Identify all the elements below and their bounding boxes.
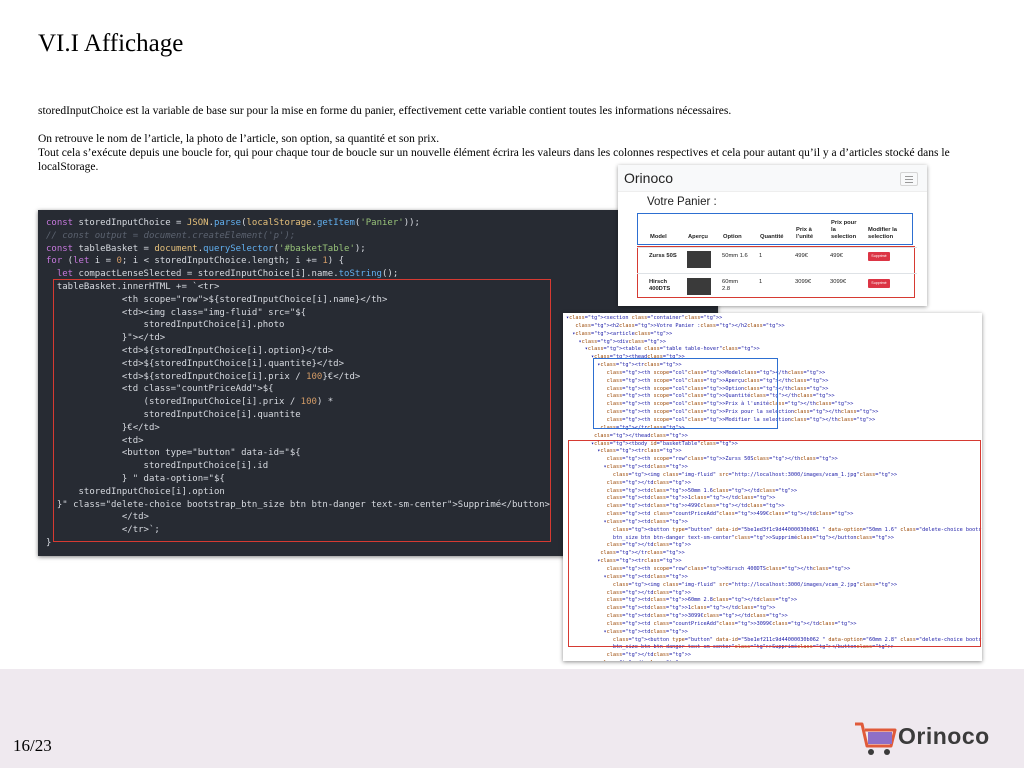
hamburger-menu-icon[interactable]: [900, 172, 918, 186]
row-total: 3099€: [830, 279, 847, 285]
row-prix: 3099€: [795, 279, 812, 285]
row-model: Hirsch 400DTS: [649, 279, 671, 292]
header-prix-selection: Prix pour la selection: [831, 220, 857, 240]
header-apercu: Aperçu: [688, 234, 708, 240]
row-model: Zurss 50S: [649, 253, 677, 259]
basket-screenshot: Orinoco Votre Panier : Model Aperçu Opti…: [618, 165, 927, 306]
dom-line[interactable]: ▾class="tg"><table class="table table-ho…: [566, 346, 982, 354]
row-prix: 499€: [795, 253, 808, 259]
code-highlight-box: [53, 279, 551, 542]
header-model: Model: [650, 234, 667, 240]
dom-line[interactable]: class="tg"><h2class="tg">>Votre Panier :…: [566, 323, 982, 331]
page-number: 16/23: [13, 736, 52, 755]
slide-title: VI.I Affichage: [38, 30, 184, 57]
header-prix-unite: Prix à l’unité: [796, 227, 814, 240]
basket-table-head: Model Aperçu Option Quantité Prix à l’un…: [637, 213, 913, 245]
row-option: 60mm 2.8: [722, 279, 739, 292]
row-quantite: 1: [759, 279, 763, 285]
delete-button[interactable]: Supprimé: [868, 279, 890, 288]
header-quantite: Quantité: [760, 234, 784, 240]
row-total: 499€: [830, 253, 843, 259]
logo-text: Orinoco: [898, 723, 990, 749]
dom-line[interactable]: ▾class="tg"><articleclass="tg">>: [566, 331, 982, 339]
code-line: const storedInputChoice = JSON.parse(loc…: [46, 218, 420, 228]
paragraph-intro-text: storedInputChoice est la variable de bas…: [38, 105, 732, 117]
table-row[interactable]: Zurss 50S 50mm 1.6 1 499€ 499€ Supprimé: [637, 247, 917, 273]
header-option: Option: [723, 234, 742, 240]
code-line: for (let i = 0; i < storedInputChoice.le…: [46, 256, 345, 267]
header-modifier: Modifier la selection: [868, 227, 897, 240]
table-row[interactable]: Hirsch 400DTS 60mm 2.8 1 3099€ 3099€ Sup…: [637, 273, 917, 299]
delete-button[interactable]: Supprimé: [868, 252, 890, 261]
navbar-brand[interactable]: Orinoco: [624, 170, 673, 186]
devtools-dom-screenshot: ▾class="tg"><section class="container"cl…: [563, 313, 982, 661]
dom-line[interactable]: ▾class="tg"><section class="container"cl…: [566, 315, 982, 323]
paragraph-intro: storedInputChoice est la variable de bas…: [38, 104, 983, 118]
code-line: // const output = document.createElement…: [46, 230, 296, 241]
product-thumbnail: [687, 251, 711, 268]
code-line: const tableBasket = document.querySelect…: [46, 243, 366, 254]
dom-thead-highlight-box: [593, 358, 778, 429]
basket-title: Votre Panier :: [647, 196, 717, 208]
dom-line[interactable]: class="tg"></trclass="tg">>: [566, 660, 982, 661]
row-option: 50mm 1.6: [722, 253, 748, 259]
dom-line[interactable]: class="tg"></tdclass="tg">>: [566, 652, 982, 660]
navbar: Orinoco: [618, 165, 927, 192]
paragraph-details-line1: On retrouve le nom de l’article, la phot…: [38, 133, 440, 145]
dom-line[interactable]: ▾class="tg"><divclass="tg">>: [566, 339, 982, 347]
dom-tbody-highlight-box: [568, 440, 981, 647]
product-thumbnail: [687, 278, 711, 295]
row-quantite: 1: [759, 253, 763, 259]
